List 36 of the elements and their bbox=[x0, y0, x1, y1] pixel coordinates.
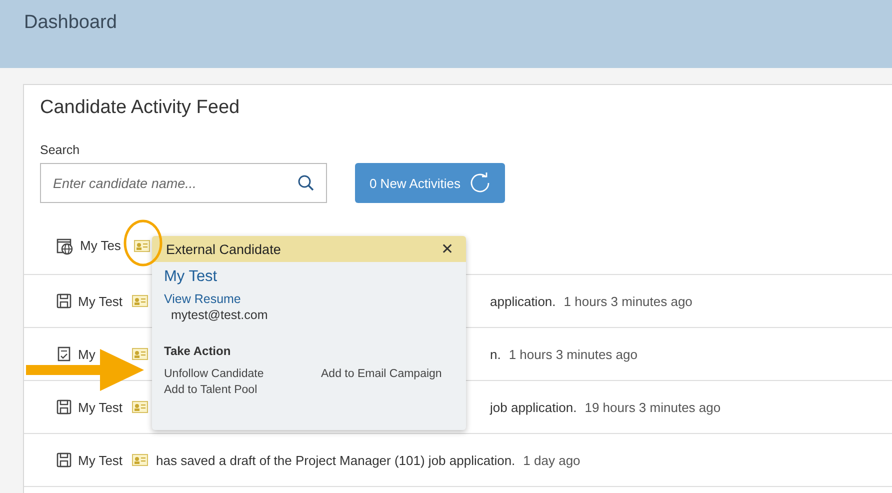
candidate-name-link[interactable]: My Test bbox=[78, 400, 126, 414]
section-heading: Take Action bbox=[164, 344, 232, 358]
card-title: Candidate Activity Feed bbox=[40, 97, 241, 119]
activity-description: n. bbox=[490, 346, 501, 362]
highlight-circle bbox=[123, 219, 163, 267]
action-link[interactable]: Unfollow Candidate bbox=[164, 368, 321, 380]
candidate-name-link[interactable]: My Test bbox=[78, 294, 126, 308]
search-label: Search bbox=[40, 143, 81, 157]
candidate-name[interactable]: My Test bbox=[164, 268, 454, 286]
contact-card-icon[interactable] bbox=[132, 295, 148, 307]
candidate-name-link[interactable]: My Test bbox=[78, 452, 126, 468]
activity-description: job application. bbox=[490, 400, 577, 414]
candidate-name-link[interactable]: My bbox=[78, 346, 126, 362]
activity-time: 1 day ago bbox=[523, 452, 580, 468]
contact-card-icon[interactable] bbox=[134, 240, 150, 252]
contact-card-icon[interactable] bbox=[132, 348, 148, 360]
candidate-email: mytest@test.com bbox=[171, 308, 269, 322]
action-link[interactable]: Add to Email Campaign bbox=[321, 368, 454, 380]
activity-time: 19 hours 3 minutes ago bbox=[584, 400, 721, 414]
page-title: Dashboard bbox=[24, 12, 117, 33]
search-icon bbox=[297, 174, 315, 192]
search-field[interactable]: Enter candidate name... bbox=[40, 163, 327, 203]
calendar-globe-icon bbox=[56, 236, 74, 254]
view-resume-link[interactable]: View Resume bbox=[164, 292, 241, 306]
close-button[interactable]: ✕ bbox=[437, 240, 458, 258]
contact-card-icon[interactable] bbox=[132, 401, 148, 413]
document-check-icon bbox=[56, 346, 72, 362]
candidate-name-link[interactable]: My Tes bbox=[80, 238, 128, 253]
contact-card-icon[interactable] bbox=[132, 454, 148, 466]
activity-description: has saved a draft of the Project Manager (101) job application. bbox=[156, 452, 516, 468]
action-link[interactable]: Add to Talent Pool bbox=[164, 384, 321, 396]
activity-time: 1 hours 3 minutes ago bbox=[564, 294, 692, 308]
refresh-icon bbox=[468, 172, 491, 194]
activity-time: 1 hours 3 minutes ago bbox=[508, 346, 638, 362]
activity-description: application. bbox=[490, 294, 556, 308]
popover-title: External Candidate bbox=[166, 242, 281, 256]
